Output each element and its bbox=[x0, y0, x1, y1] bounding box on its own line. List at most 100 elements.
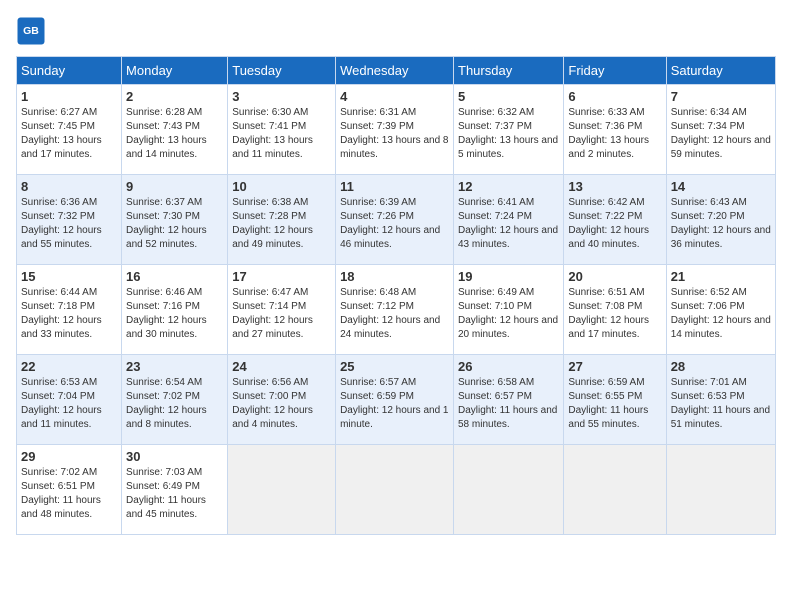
day-number: 13 bbox=[568, 179, 661, 194]
day-info: Sunrise: 6:44 AM Sunset: 7:18 PM Dayligh… bbox=[21, 286, 117, 342]
day-info: Sunrise: 7:03 AM Sunset: 6:49 PM Dayligh… bbox=[126, 466, 223, 522]
weekday-header-row: SundayMondayTuesdayWednesdayThursdayFrid… bbox=[17, 57, 776, 85]
calendar-cell: 14 Sunrise: 6:43 AM Sunset: 7:20 PM Dayl… bbox=[666, 175, 775, 265]
calendar-cell: 16 Sunrise: 6:46 AM Sunset: 7:16 PM Dayl… bbox=[122, 265, 228, 355]
calendar-cell: 12 Sunrise: 6:41 AM Sunset: 7:24 PM Dayl… bbox=[454, 175, 564, 265]
day-info: Sunrise: 6:47 AM Sunset: 7:14 PM Dayligh… bbox=[232, 286, 331, 342]
logo: GB bbox=[16, 16, 50, 46]
day-info: Sunrise: 6:33 AM Sunset: 7:36 PM Dayligh… bbox=[568, 106, 661, 162]
day-number: 16 bbox=[126, 269, 223, 284]
weekday-header-thursday: Thursday bbox=[454, 57, 564, 85]
calendar-cell: 1 Sunrise: 6:27 AM Sunset: 7:45 PM Dayli… bbox=[17, 85, 122, 175]
day-number: 15 bbox=[21, 269, 117, 284]
calendar-cell: 19 Sunrise: 6:49 AM Sunset: 7:10 PM Dayl… bbox=[454, 265, 564, 355]
day-info: Sunrise: 6:51 AM Sunset: 7:08 PM Dayligh… bbox=[568, 286, 661, 342]
day-info: Sunrise: 6:49 AM Sunset: 7:10 PM Dayligh… bbox=[458, 286, 559, 342]
day-info: Sunrise: 6:34 AM Sunset: 7:34 PM Dayligh… bbox=[671, 106, 771, 162]
calendar-cell: 30 Sunrise: 7:03 AM Sunset: 6:49 PM Dayl… bbox=[122, 445, 228, 535]
calendar-week-row: 1 Sunrise: 6:27 AM Sunset: 7:45 PM Dayli… bbox=[17, 85, 776, 175]
day-number: 6 bbox=[568, 89, 661, 104]
calendar-cell: 9 Sunrise: 6:37 AM Sunset: 7:30 PM Dayli… bbox=[122, 175, 228, 265]
day-info: Sunrise: 6:52 AM Sunset: 7:06 PM Dayligh… bbox=[671, 286, 771, 342]
calendar-cell: 10 Sunrise: 6:38 AM Sunset: 7:28 PM Dayl… bbox=[228, 175, 336, 265]
day-number: 25 bbox=[340, 359, 449, 374]
svg-text:GB: GB bbox=[23, 25, 39, 37]
day-number: 17 bbox=[232, 269, 331, 284]
day-number: 14 bbox=[671, 179, 771, 194]
day-number: 30 bbox=[126, 449, 223, 464]
day-info: Sunrise: 6:57 AM Sunset: 6:59 PM Dayligh… bbox=[340, 376, 449, 432]
day-number: 24 bbox=[232, 359, 331, 374]
day-info: Sunrise: 6:39 AM Sunset: 7:26 PM Dayligh… bbox=[340, 196, 449, 252]
day-info: Sunrise: 6:28 AM Sunset: 7:43 PM Dayligh… bbox=[126, 106, 223, 162]
calendar-cell: 23 Sunrise: 6:54 AM Sunset: 7:02 PM Dayl… bbox=[122, 355, 228, 445]
day-info: Sunrise: 6:36 AM Sunset: 7:32 PM Dayligh… bbox=[21, 196, 117, 252]
day-info: Sunrise: 6:56 AM Sunset: 7:00 PM Dayligh… bbox=[232, 376, 331, 432]
day-info: Sunrise: 6:32 AM Sunset: 7:37 PM Dayligh… bbox=[458, 106, 559, 162]
day-info: Sunrise: 6:42 AM Sunset: 7:22 PM Dayligh… bbox=[568, 196, 661, 252]
calendar-week-row: 29 Sunrise: 7:02 AM Sunset: 6:51 PM Dayl… bbox=[17, 445, 776, 535]
weekday-header-sunday: Sunday bbox=[17, 57, 122, 85]
weekday-header-saturday: Saturday bbox=[666, 57, 775, 85]
weekday-header-friday: Friday bbox=[564, 57, 666, 85]
weekday-header-monday: Monday bbox=[122, 57, 228, 85]
calendar-cell: 15 Sunrise: 6:44 AM Sunset: 7:18 PM Dayl… bbox=[17, 265, 122, 355]
day-number: 8 bbox=[21, 179, 117, 194]
day-number: 22 bbox=[21, 359, 117, 374]
calendar-cell: 21 Sunrise: 6:52 AM Sunset: 7:06 PM Dayl… bbox=[666, 265, 775, 355]
weekday-header-wednesday: Wednesday bbox=[336, 57, 454, 85]
day-number: 23 bbox=[126, 359, 223, 374]
day-number: 9 bbox=[126, 179, 223, 194]
day-info: Sunrise: 6:46 AM Sunset: 7:16 PM Dayligh… bbox=[126, 286, 223, 342]
day-number: 12 bbox=[458, 179, 559, 194]
day-info: Sunrise: 6:53 AM Sunset: 7:04 PM Dayligh… bbox=[21, 376, 117, 432]
calendar-cell: 11 Sunrise: 6:39 AM Sunset: 7:26 PM Dayl… bbox=[336, 175, 454, 265]
weekday-header-tuesday: Tuesday bbox=[228, 57, 336, 85]
day-number: 27 bbox=[568, 359, 661, 374]
day-number: 19 bbox=[458, 269, 559, 284]
calendar-cell: 25 Sunrise: 6:57 AM Sunset: 6:59 PM Dayl… bbox=[336, 355, 454, 445]
day-info: Sunrise: 6:30 AM Sunset: 7:41 PM Dayligh… bbox=[232, 106, 331, 162]
calendar-week-row: 8 Sunrise: 6:36 AM Sunset: 7:32 PM Dayli… bbox=[17, 175, 776, 265]
day-info: Sunrise: 6:58 AM Sunset: 6:57 PM Dayligh… bbox=[458, 376, 559, 432]
day-number: 20 bbox=[568, 269, 661, 284]
calendar-week-row: 22 Sunrise: 6:53 AM Sunset: 7:04 PM Dayl… bbox=[17, 355, 776, 445]
day-info: Sunrise: 6:37 AM Sunset: 7:30 PM Dayligh… bbox=[126, 196, 223, 252]
calendar-cell bbox=[336, 445, 454, 535]
day-number: 4 bbox=[340, 89, 449, 104]
day-number: 21 bbox=[671, 269, 771, 284]
day-number: 1 bbox=[21, 89, 117, 104]
calendar-cell: 4 Sunrise: 6:31 AM Sunset: 7:39 PM Dayli… bbox=[336, 85, 454, 175]
day-number: 28 bbox=[671, 359, 771, 374]
day-number: 5 bbox=[458, 89, 559, 104]
calendar-cell: 29 Sunrise: 7:02 AM Sunset: 6:51 PM Dayl… bbox=[17, 445, 122, 535]
calendar-cell: 8 Sunrise: 6:36 AM Sunset: 7:32 PM Dayli… bbox=[17, 175, 122, 265]
day-number: 29 bbox=[21, 449, 117, 464]
logo-icon: GB bbox=[16, 16, 46, 46]
calendar-cell bbox=[228, 445, 336, 535]
calendar-cell: 18 Sunrise: 6:48 AM Sunset: 7:12 PM Dayl… bbox=[336, 265, 454, 355]
calendar-cell: 22 Sunrise: 6:53 AM Sunset: 7:04 PM Dayl… bbox=[17, 355, 122, 445]
calendar-cell bbox=[666, 445, 775, 535]
calendar-cell: 7 Sunrise: 6:34 AM Sunset: 7:34 PM Dayli… bbox=[666, 85, 775, 175]
calendar-cell: 6 Sunrise: 6:33 AM Sunset: 7:36 PM Dayli… bbox=[564, 85, 666, 175]
day-info: Sunrise: 6:31 AM Sunset: 7:39 PM Dayligh… bbox=[340, 106, 449, 162]
calendar-table: SundayMondayTuesdayWednesdayThursdayFrid… bbox=[16, 56, 776, 535]
day-number: 2 bbox=[126, 89, 223, 104]
calendar-cell: 13 Sunrise: 6:42 AM Sunset: 7:22 PM Dayl… bbox=[564, 175, 666, 265]
calendar-cell: 27 Sunrise: 6:59 AM Sunset: 6:55 PM Dayl… bbox=[564, 355, 666, 445]
calendar-cell: 28 Sunrise: 7:01 AM Sunset: 6:53 PM Dayl… bbox=[666, 355, 775, 445]
day-info: Sunrise: 7:02 AM Sunset: 6:51 PM Dayligh… bbox=[21, 466, 117, 522]
calendar-cell: 5 Sunrise: 6:32 AM Sunset: 7:37 PM Dayli… bbox=[454, 85, 564, 175]
day-number: 26 bbox=[458, 359, 559, 374]
header: GB bbox=[16, 16, 776, 46]
day-info: Sunrise: 6:48 AM Sunset: 7:12 PM Dayligh… bbox=[340, 286, 449, 342]
day-number: 11 bbox=[340, 179, 449, 194]
day-info: Sunrise: 6:38 AM Sunset: 7:28 PM Dayligh… bbox=[232, 196, 331, 252]
calendar-cell: 26 Sunrise: 6:58 AM Sunset: 6:57 PM Dayl… bbox=[454, 355, 564, 445]
day-number: 3 bbox=[232, 89, 331, 104]
calendar-cell: 24 Sunrise: 6:56 AM Sunset: 7:00 PM Dayl… bbox=[228, 355, 336, 445]
calendar-cell bbox=[564, 445, 666, 535]
day-number: 10 bbox=[232, 179, 331, 194]
day-info: Sunrise: 6:59 AM Sunset: 6:55 PM Dayligh… bbox=[568, 376, 661, 432]
